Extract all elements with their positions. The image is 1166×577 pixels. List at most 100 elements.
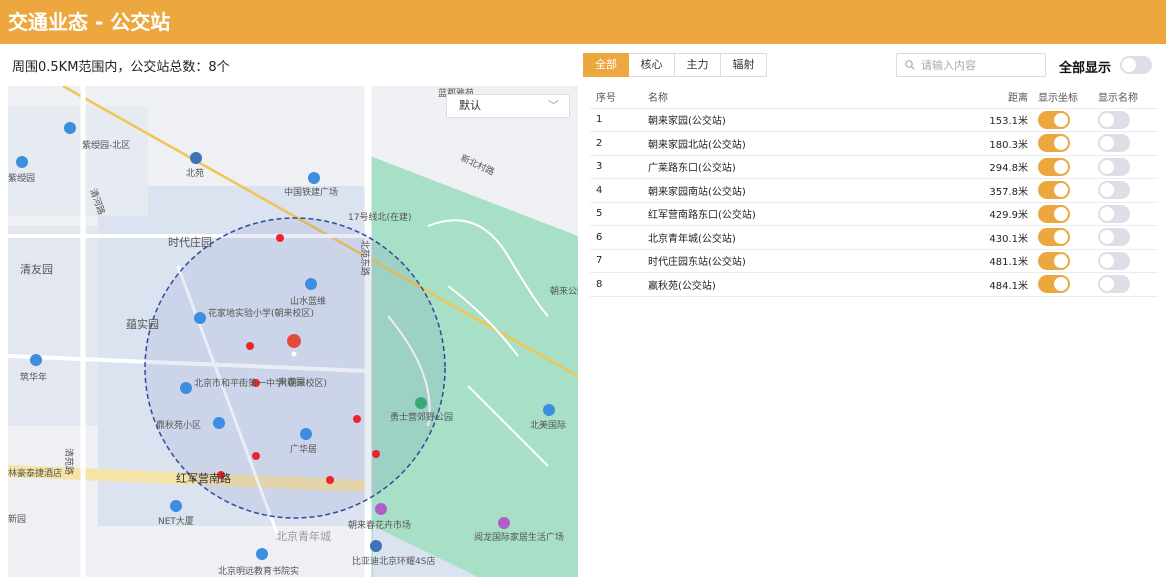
- bus-stop-marker[interactable]: [326, 476, 334, 484]
- bus-stop-marker[interactable]: [353, 415, 361, 423]
- row-no: 2: [590, 131, 648, 156]
- show-name-toggle[interactable]: [1098, 181, 1130, 200]
- map-label: 北苑东路: [359, 240, 371, 276]
- map-label: 比亚迪北京环耀4S店: [352, 555, 435, 567]
- row-name: 时代庄园东站(公交站): [648, 249, 978, 273]
- row-name-cell: [1098, 131, 1158, 156]
- row-name: 朝来家园(公交站): [648, 108, 978, 132]
- row-coord-cell: [1038, 178, 1098, 203]
- table-row: 4 朝来家园南站(公交站) 357.8米: [590, 178, 1158, 203]
- table-row: 7 时代庄园东站(公交站) 481.1米: [590, 249, 1158, 273]
- row-distance: 180.3米: [978, 131, 1038, 156]
- row-coord-cell: [1038, 155, 1098, 179]
- row-distance: 430.1米: [978, 225, 1038, 250]
- row-distance: 357.8米: [978, 178, 1038, 203]
- map-view[interactable]: 蓝郡雅苑 紫绶园-北区 紫绶园 北苑 中国铁建广场 新北村路 清河路 清友园 时…: [8, 86, 578, 577]
- row-no: 1: [590, 108, 648, 132]
- map-label: 阅龙国际家居生活广场: [474, 531, 564, 543]
- map-label: 中国铁建广场: [284, 186, 338, 198]
- bus-stop-marker[interactable]: [246, 342, 254, 350]
- show-coord-toggle[interactable]: [1038, 204, 1070, 223]
- col-no: 序号: [590, 86, 648, 109]
- map-label: NET大厦: [158, 515, 194, 527]
- row-no: 8: [590, 272, 648, 297]
- row-name-cell: [1098, 155, 1158, 179]
- row-no: 6: [590, 225, 648, 250]
- tab-main[interactable]: 主力: [675, 53, 721, 77]
- page-title: 交通业态 - 公交站: [8, 10, 171, 34]
- row-name-cell: [1098, 225, 1158, 250]
- show-name-toggle[interactable]: [1098, 134, 1130, 153]
- table-row: 3 广莱路东口(公交站) 294.8米: [590, 155, 1158, 179]
- show-name-toggle[interactable]: [1098, 157, 1130, 176]
- show-coord-toggle[interactable]: [1038, 181, 1070, 200]
- row-name-cell: [1098, 249, 1158, 273]
- row-no: 7: [590, 249, 648, 273]
- row-coord-cell: [1038, 249, 1098, 273]
- tab-radiation[interactable]: 辐射: [721, 53, 767, 77]
- chevron-down-icon: ﹀: [548, 99, 559, 112]
- map-label: 北美国际: [530, 419, 566, 431]
- col-show-coord: 显示坐标: [1038, 86, 1098, 109]
- row-name: 广莱路东口(公交站): [648, 155, 978, 179]
- show-all-toggle[interactable]: [1120, 56, 1152, 74]
- map-label: 花家地实验小学(朝来校区): [208, 307, 314, 319]
- row-name-cell: [1098, 202, 1158, 226]
- row-name: 嬴秋苑(公交站): [648, 272, 978, 297]
- map-canvas[interactable]: 蓝郡雅苑 紫绶园-北区 紫绶园 北苑 中国铁建广场 新北村路 清河路 清友园 时…: [8, 86, 578, 577]
- show-coord-toggle[interactable]: [1038, 157, 1070, 176]
- page-header: 交通业态 - 公交站: [0, 0, 1166, 44]
- row-distance: 153.1米: [978, 108, 1038, 132]
- map-style-value: 默认: [459, 99, 481, 112]
- bus-stop-marker[interactable]: [252, 452, 260, 460]
- map-label: 紫绶园-北区: [82, 139, 130, 151]
- search-icon: [905, 60, 915, 70]
- show-all-label: 全部显示: [1059, 61, 1112, 76]
- tab-all[interactable]: 全部: [583, 53, 629, 77]
- table-row: 1 朝来家园(公交站) 153.1米: [590, 108, 1158, 132]
- map-label: 新园: [8, 513, 26, 525]
- show-name-toggle[interactable]: [1098, 204, 1130, 223]
- row-name: 红军营南路东口(公交站): [648, 202, 978, 226]
- row-name: 朝来家园北站(公交站): [648, 131, 978, 156]
- row-coord-cell: [1038, 202, 1098, 226]
- row-coord-cell: [1038, 272, 1098, 297]
- search-input[interactable]: [921, 58, 1041, 72]
- map-label: 朝来公园: [550, 286, 578, 297]
- map-label: 鼎秋苑小区: [156, 419, 201, 431]
- map-label: 17号线北(在建): [348, 211, 411, 223]
- row-no: 5: [590, 202, 648, 226]
- row-coord-cell: [1038, 225, 1098, 250]
- show-coord-toggle[interactable]: [1038, 134, 1070, 153]
- show-name-toggle[interactable]: [1098, 228, 1130, 247]
- show-name-toggle[interactable]: [1098, 275, 1130, 294]
- map-label: 紫绶园: [8, 172, 35, 184]
- map-label: 筑华年: [20, 371, 47, 383]
- show-coord-toggle[interactable]: [1038, 228, 1070, 247]
- row-distance: 481.1米: [978, 249, 1038, 273]
- show-name-toggle[interactable]: [1098, 251, 1130, 270]
- map-label: 山水蓝维: [290, 295, 326, 307]
- bus-stop-marker[interactable]: [372, 450, 380, 458]
- search-box[interactable]: [896, 53, 1046, 77]
- map-label: 广华居: [290, 443, 317, 455]
- bus-stop-table: 序号 名称 距离 显示坐标 显示名称 1 朝来家园(公交站) 153.1米 2 …: [590, 86, 1158, 297]
- map-label: 清苑路: [63, 448, 75, 475]
- bus-stop-marker[interactable]: [276, 234, 284, 242]
- map-label: 北京明远教育书院实: [218, 565, 299, 577]
- show-name-toggle[interactable]: [1098, 110, 1130, 129]
- map-label: 林豪泰捷酒店: [8, 467, 62, 479]
- show-coord-toggle[interactable]: [1038, 275, 1070, 294]
- bus-stop-summary: 周围0.5KM范围内，公交站总数：8个: [12, 60, 230, 75]
- row-coord-cell: [1038, 131, 1098, 156]
- show-coord-toggle[interactable]: [1038, 110, 1070, 129]
- row-name: 朝来家园南站(公交站): [648, 178, 978, 203]
- table-row: 8 嬴秋苑(公交站) 484.1米: [590, 272, 1158, 297]
- show-coord-toggle[interactable]: [1038, 251, 1070, 270]
- row-no: 4: [590, 178, 648, 203]
- map-label: 清友园: [20, 262, 53, 276]
- tab-core[interactable]: 核心: [629, 53, 675, 77]
- map-style-select[interactable]: 默认 ﹀: [446, 94, 570, 118]
- col-show-name: 显示名称: [1098, 86, 1158, 109]
- map-label: 朝来春花卉市场: [348, 519, 411, 531]
